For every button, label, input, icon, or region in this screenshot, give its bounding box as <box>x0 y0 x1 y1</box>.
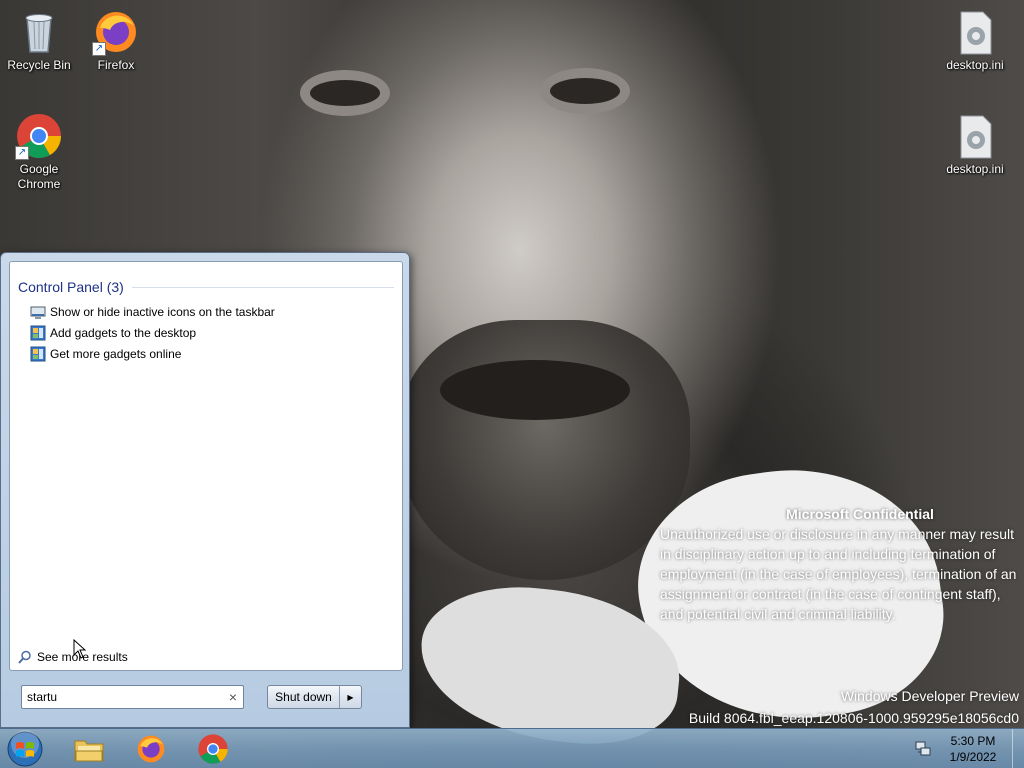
recycle-bin-icon <box>15 8 63 56</box>
shutdown-button[interactable]: Shut down <box>268 686 339 708</box>
result-item-add-gadgets[interactable]: Add gadgets to the desktop <box>30 323 196 343</box>
build-label: Build 8064.fbl_eeap.120806-1000.959295e1… <box>688 710 1019 726</box>
wallpaper-eye-right <box>550 78 620 104</box>
clock-date: 1/9/2022 <box>949 750 997 764</box>
taskbar-firefox[interactable] <box>123 731 179 767</box>
chrome-icon: ↗ <box>15 112 63 160</box>
shutdown-button-group: Shut down ▶ <box>267 685 362 709</box>
chrome-icon <box>198 734 228 764</box>
start-button[interactable] <box>5 730 45 768</box>
group-divider <box>131 286 394 288</box>
wallpaper-mouth <box>440 360 630 420</box>
desktop-icon-firefox[interactable]: ↗ Firefox <box>78 8 154 73</box>
firefox-icon: ↗ <box>92 8 140 56</box>
taskbar-clock[interactable]: 5:30 PM 1/9/2022 <box>942 733 1004 765</box>
desktop-icon-label: Recycle Bin <box>7 58 71 72</box>
result-item-show-hide-icons[interactable]: Show or hide inactive icons on the taskb… <box>30 302 275 322</box>
build-watermark: Windows Developer Preview Build 8064.fbl… <box>689 685 1019 729</box>
windows-logo-icon <box>7 730 43 767</box>
watermark-body: Unauthorized use or disclosure in any ma… <box>660 526 1017 622</box>
start-search-box[interactable]: × <box>21 685 244 709</box>
start-menu: Control Panel (3) Show or hide inactive … <box>0 252 410 728</box>
clear-search-icon[interactable]: × <box>229 689 237 705</box>
desktop-icon-desktop-ini-1[interactable]: desktop.ini <box>937 8 1013 73</box>
file-explorer-icon <box>74 740 104 762</box>
shortcut-arrow-icon: ↗ <box>15 146 29 160</box>
taskbar-chrome[interactable] <box>185 731 241 767</box>
watermark-title: Microsoft Confidential <box>786 506 934 522</box>
result-item-more-gadgets[interactable]: Get more gadgets online <box>30 344 181 364</box>
firefox-icon <box>137 735 165 763</box>
desktop-icon-label: desktop.ini <box>946 58 1004 72</box>
search-icon <box>18 650 32 664</box>
desktop-icon-recycle-bin[interactable]: Recycle Bin <box>1 8 77 73</box>
desktop-icon-label: Google Chrome <box>17 162 61 191</box>
result-item-label: Get more gadgets online <box>50 347 182 361</box>
taskbar-file-explorer[interactable] <box>61 731 117 767</box>
shortcut-arrow-icon: ↗ <box>92 42 106 56</box>
ini-file-icon <box>951 8 999 56</box>
desktop-icon-desktop-ini-2[interactable]: desktop.ini <box>937 112 1013 177</box>
shutdown-options-arrow-icon[interactable]: ▶ <box>339 686 361 708</box>
show-desktop-button[interactable] <box>1012 729 1024 768</box>
wallpaper-beard <box>400 320 690 580</box>
confidential-watermark: Microsoft Confidential Unauthorized use … <box>660 504 1020 624</box>
results-group-header: Control Panel (3) <box>18 278 394 296</box>
network-icon[interactable] <box>914 740 932 758</box>
wallpaper-eye-left <box>310 80 380 106</box>
result-item-label: Add gadgets to the desktop <box>50 326 197 340</box>
gadgets-icon <box>30 325 46 341</box>
search-results-pane: Control Panel (3) Show or hide inactive … <box>9 261 403 671</box>
result-item-label: Show or hide inactive icons on the taskb… <box>50 305 275 319</box>
mouse-cursor-icon <box>73 639 87 659</box>
edition-label: Windows Developer Preview <box>840 688 1019 704</box>
gadgets-icon <box>30 346 46 362</box>
results-group-title[interactable]: Control Panel (3) <box>18 279 124 295</box>
desktop-icon-label: desktop.ini <box>946 162 1004 176</box>
desktop-icon-label: Firefox <box>97 58 135 72</box>
desktop-icon-google-chrome[interactable]: ↗ Google Chrome <box>1 112 77 192</box>
start-search-input[interactable] <box>27 690 217 704</box>
clock-time: 5:30 PM <box>950 734 996 748</box>
taskbar-settings-icon <box>30 304 46 320</box>
ini-file-icon <box>951 112 999 160</box>
taskbar: 5:30 PM 1/9/2022 <box>0 728 1024 768</box>
